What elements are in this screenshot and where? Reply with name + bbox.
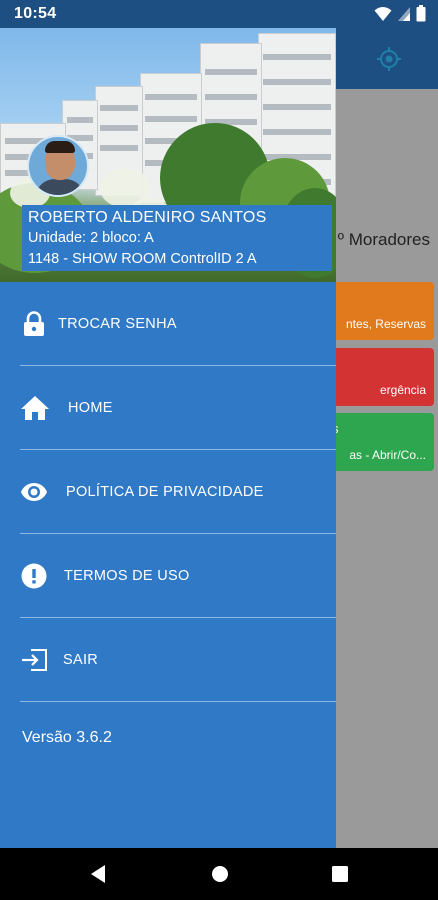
card-red-text: ergência xyxy=(379,383,426,397)
status-bar: 10:54 xyxy=(0,0,438,28)
menu-item-termos-uso[interactable]: TERMOS DE USO xyxy=(0,534,336,618)
app-version: Versão 3.6.2 xyxy=(22,729,112,746)
card-red: ergência xyxy=(330,348,434,406)
menu-label-politica-privacidade: POLÍTICA DE PRIVACIDADE xyxy=(66,484,264,500)
drawer-header: ROBERTO ALDENIRO SANTOS Unidade: 2 bloco… xyxy=(0,28,336,282)
menu-item-politica-privacidade[interactable]: POLÍTICA DE PRIVACIDADE xyxy=(0,450,336,534)
user-info: ROBERTO ALDENIRO SANTOS Unidade: 2 bloco… xyxy=(22,205,332,271)
moradores-label: º Moradores xyxy=(337,230,430,249)
menu-label-sair: SAIR xyxy=(63,652,99,668)
card-orange: ntes, Reservas xyxy=(330,282,434,340)
battery-icon xyxy=(416,5,426,22)
back-icon[interactable] xyxy=(89,864,107,884)
home-icon xyxy=(20,394,50,422)
eye-icon xyxy=(20,478,48,506)
menu-label-termos-uso: TERMOS DE USO xyxy=(64,568,190,584)
alert-circle-icon xyxy=(20,562,48,590)
card-orange-text: ntes, Reservas xyxy=(345,317,426,331)
menu-item-trocar-senha[interactable]: TROCAR SENHA xyxy=(0,282,336,366)
home-nav-icon[interactable] xyxy=(210,864,230,884)
lock-icon xyxy=(20,310,48,338)
user-avatar[interactable] xyxy=(27,135,89,197)
card-green: s as - Abrir/Co... xyxy=(330,413,434,471)
system-nav-bar xyxy=(0,848,438,900)
logout-icon xyxy=(20,646,48,674)
menu-item-home[interactable]: HOME xyxy=(0,366,336,450)
card-green-text: as - Abrir/Co... xyxy=(349,448,426,462)
status-icons xyxy=(374,5,426,22)
signal-icon xyxy=(398,6,410,21)
user-name: ROBERTO ALDENIRO SANTOS xyxy=(28,209,267,226)
drawer-menu: TROCAR SENHA HOME POLÍTICA DE PRIVACIDAD… xyxy=(0,282,336,702)
menu-item-sair[interactable]: SAIR xyxy=(0,618,336,702)
menu-label-home: HOME xyxy=(68,400,113,416)
menu-label-trocar-senha: TROCAR SENHA xyxy=(58,316,177,332)
wifi-icon xyxy=(374,6,392,21)
location-target-icon xyxy=(377,47,401,71)
user-unit: Unidade: 2 bloco: A xyxy=(28,230,154,246)
navigation-drawer: ROBERTO ALDENIRO SANTOS Unidade: 2 bloco… xyxy=(0,28,336,848)
status-time: 10:54 xyxy=(14,5,57,22)
recents-icon[interactable] xyxy=(331,864,349,884)
user-location: 1148 - SHOW ROOM ControlID 2 A xyxy=(28,251,257,267)
